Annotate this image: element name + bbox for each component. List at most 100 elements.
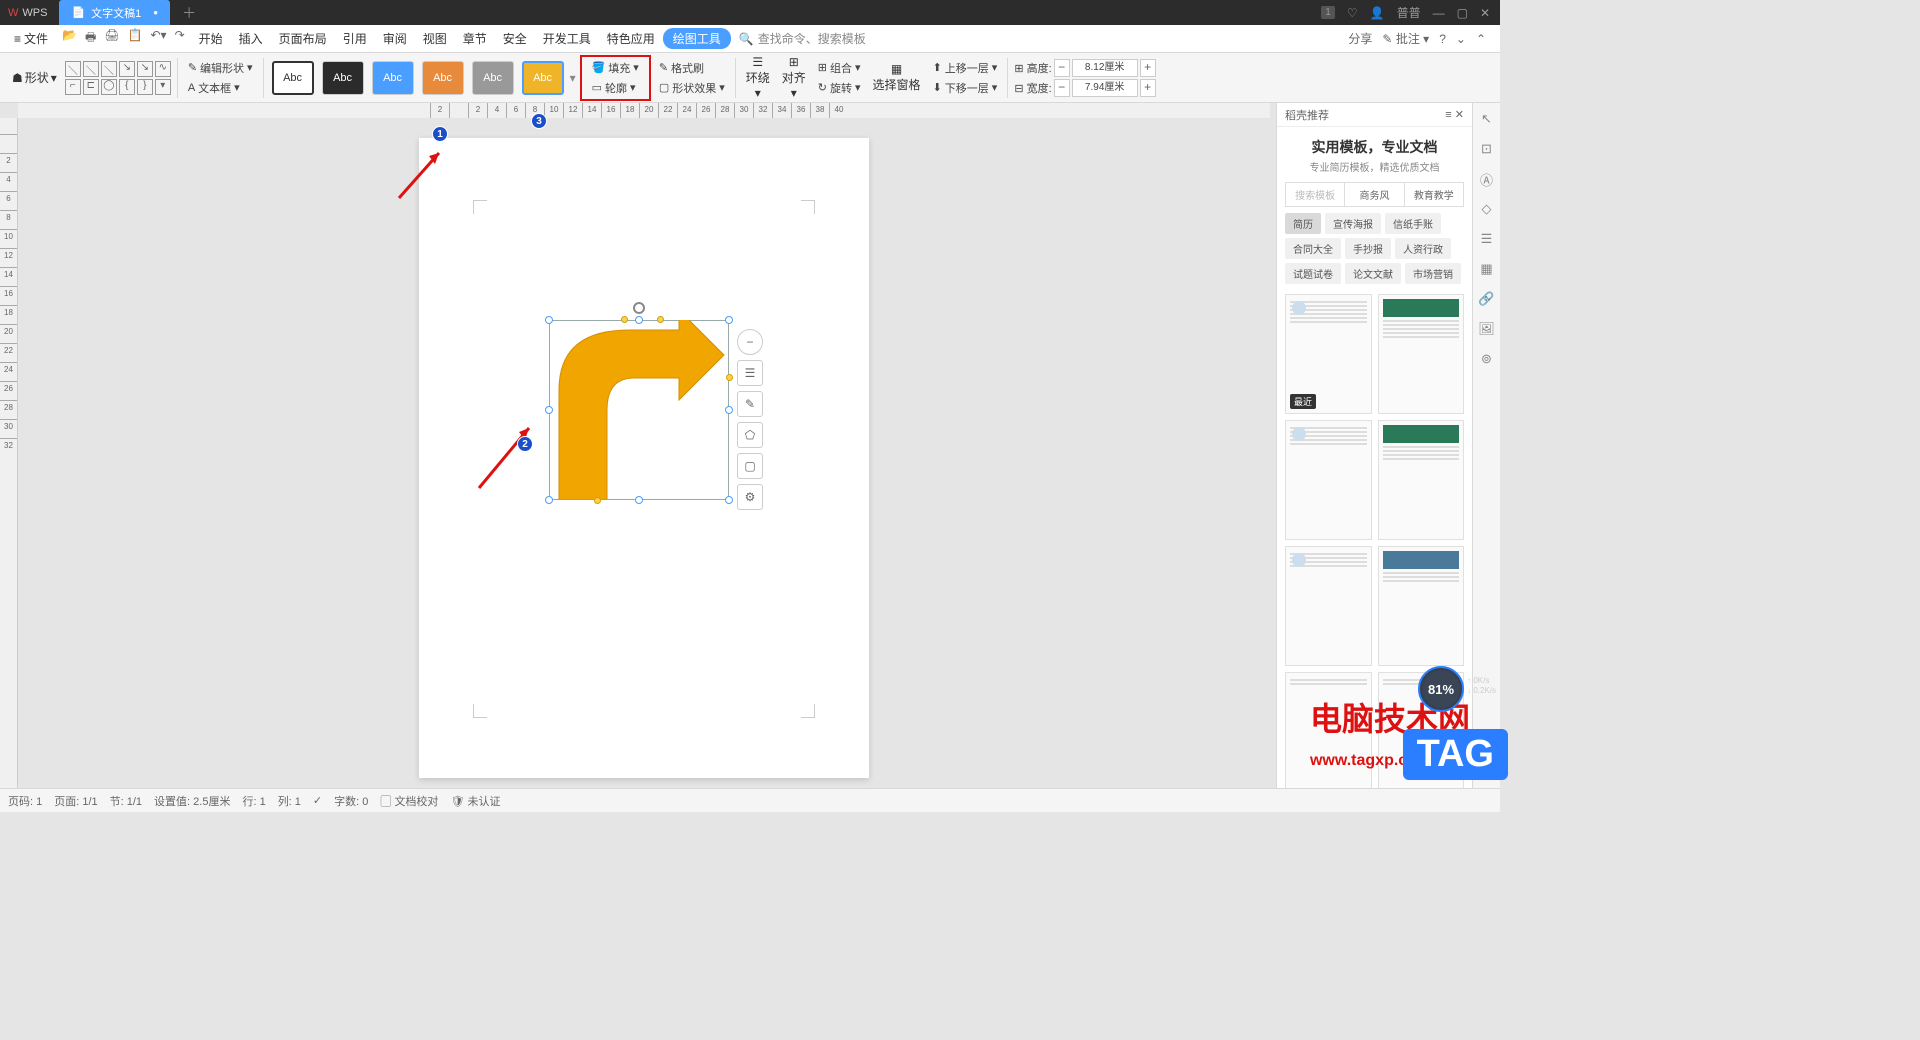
resize-handle-t[interactable] [635,316,643,324]
context-collapse-button[interactable]: − [737,329,763,355]
width-minus[interactable]: − [1054,79,1070,97]
resize-handle-tl[interactable] [545,316,553,324]
document-tab[interactable]: 📄 文字文稿1 ● [59,0,170,25]
notification-badge[interactable]: 1 [1321,6,1335,19]
tag-marketing[interactable]: 市场营销 [1405,263,1461,284]
resize-handle-tr[interactable] [725,316,733,324]
align-button[interactable]: ⊞对齐▾ [778,55,810,100]
menu-section[interactable]: 章节 [455,30,495,47]
menu-layout[interactable]: 页面布局 [271,30,335,47]
context-more-button[interactable]: ⚙ [737,484,763,510]
panel-settings-icon[interactable]: ≡ [1445,109,1451,121]
context-outline-button[interactable]: ▢ [737,453,763,479]
shape-style-6-selected[interactable]: Abc [522,61,564,95]
tag-poster[interactable]: 宣传海报 [1325,213,1381,234]
shape-style-1[interactable]: Abc [272,61,314,95]
template-thumb[interactable] [1285,546,1372,666]
spellcheck-icon[interactable]: ✓ [313,794,322,807]
comment-button[interactable]: ✎ 批注 ▾ [1382,30,1429,47]
resize-handle-br[interactable] [725,496,733,504]
shape-style-3[interactable]: Abc [372,61,414,95]
tab-education[interactable]: 教育教学 [1405,183,1463,206]
tag-resume[interactable]: 简历 [1285,213,1321,234]
shape-effect-button[interactable]: ▢ 形状效果▾ [655,79,729,97]
minimize-button[interactable]: — [1433,6,1445,20]
edit-shape-button[interactable]: ✎ 编辑形状▾ [184,59,257,77]
select-icon[interactable]: ⊡ [1479,141,1495,157]
bring-forward-button[interactable]: ⬆ 上移一层▾ [929,59,1002,77]
group-button[interactable]: ⊞ 组合▾ [814,59,865,77]
close-button[interactable]: ✕ [1480,6,1490,20]
template-thumb[interactable]: 最近 [1285,294,1372,414]
preview-icon[interactable]: 📋 [128,28,143,49]
shape-style-2[interactable]: Abc [322,61,364,95]
shape-style-4[interactable]: Abc [422,61,464,95]
wrap-button[interactable]: ☰环绕▾ [742,55,774,100]
user-avatar-icon[interactable]: 👤 [1370,6,1385,20]
grid-icon[interactable]: ▦ [1479,261,1495,277]
outline-button[interactable]: ▭ 轮廓▾ [588,79,643,97]
tag-letter[interactable]: 信纸手账 [1385,213,1441,234]
auth-icon[interactable]: 🛡 未认证 [450,793,500,809]
menu-view[interactable]: 视图 [415,30,455,47]
resize-handle-l[interactable] [545,406,553,414]
context-layout-button[interactable]: ☰ [737,360,763,386]
shape-button[interactable]: ☗形状▾ [12,69,57,86]
template-thumb[interactable] [1285,420,1372,540]
cursor-icon[interactable]: ↖ [1479,111,1495,127]
command-search[interactable]: 🔍 查找命令、搜索模板 [739,30,866,47]
shape-icon[interactable]: ◇ [1479,201,1495,217]
format-brush-button[interactable]: ✎ 格式刷 [655,59,729,77]
tab-search-templates[interactable]: 搜索模板 [1286,183,1345,206]
menu-drawing-tools[interactable]: 绘图工具 [663,28,731,49]
vip-icon[interactable]: ♡ [1347,6,1358,20]
width-plus[interactable]: + [1140,79,1156,97]
curved-arrow-shape[interactable] [549,320,729,500]
text-box-button[interactable]: A 文本框▾ [184,79,257,97]
template-thumb[interactable] [1285,672,1372,788]
tag-exam[interactable]: 试题试卷 [1285,263,1341,284]
menu-insert[interactable]: 插入 [231,30,271,47]
document-canvas[interactable]: − ☰ ✎ ⬠ ▢ ⚙ 2 [18,118,1270,788]
collapse-ribbon-icon[interactable]: ⌄ [1456,32,1466,46]
resize-handle-bl[interactable] [545,496,553,504]
rotate-button[interactable]: ↻ 旋转▾ [814,79,865,97]
template-thumb[interactable] [1378,420,1465,540]
save-icon[interactable]: 🖶 [85,28,96,49]
undo-icon[interactable]: ↶▾ [151,28,167,49]
resize-handle-b[interactable] [635,496,643,504]
menu-security[interactable]: 安全 [495,30,535,47]
link-icon[interactable]: 🔗 [1479,291,1495,307]
menu-special[interactable]: 特色应用 [599,30,663,47]
more-icon[interactable]: ⌃ [1476,32,1486,46]
height-plus[interactable]: + [1140,59,1156,77]
menu-review[interactable]: 审阅 [375,30,415,47]
layers-icon[interactable]: ☰ [1479,231,1495,247]
fill-button[interactable]: 🪣 填充▾ [588,59,643,77]
proof-icon[interactable]: ▢ 文档校对 [380,793,438,809]
template-thumb[interactable] [1378,546,1465,666]
new-tab-button[interactable]: ＋ [182,3,196,23]
file-menu[interactable]: ≡ 文件 [6,30,56,47]
tag-handcopy[interactable]: 手抄报 [1345,238,1391,259]
open-icon[interactable]: 📂 [62,28,77,49]
maximize-button[interactable]: ▢ [1457,6,1468,20]
send-backward-button[interactable]: ⬇ 下移一层▾ [929,79,1002,97]
redo-icon[interactable]: ↷ [175,28,185,49]
tab-business[interactable]: 商务风 [1345,183,1404,206]
tag-thesis[interactable]: 论文文献 [1345,263,1401,284]
style-icon[interactable]: Ⓐ [1479,171,1495,187]
image-icon[interactable]: 🖼 [1479,321,1495,337]
menu-reference[interactable]: 引用 [335,30,375,47]
tag-contract[interactable]: 合同大全 [1285,238,1341,259]
help-icon[interactable]: ? [1439,32,1446,46]
selection-pane-button[interactable]: ▦选择窗格 [869,62,925,93]
print-icon[interactable]: 🖨 [104,28,119,49]
style-gallery-more[interactable]: ▾ [570,71,576,85]
menu-devtools[interactable]: 开发工具 [535,30,599,47]
template-thumb[interactable] [1378,294,1465,414]
tag-hr[interactable]: 人资行政 [1395,238,1451,259]
height-input[interactable]: 8.12厘米 [1072,59,1138,77]
menu-start[interactable]: 开始 [191,30,231,47]
share-button[interactable]: 分享 [1348,30,1372,47]
